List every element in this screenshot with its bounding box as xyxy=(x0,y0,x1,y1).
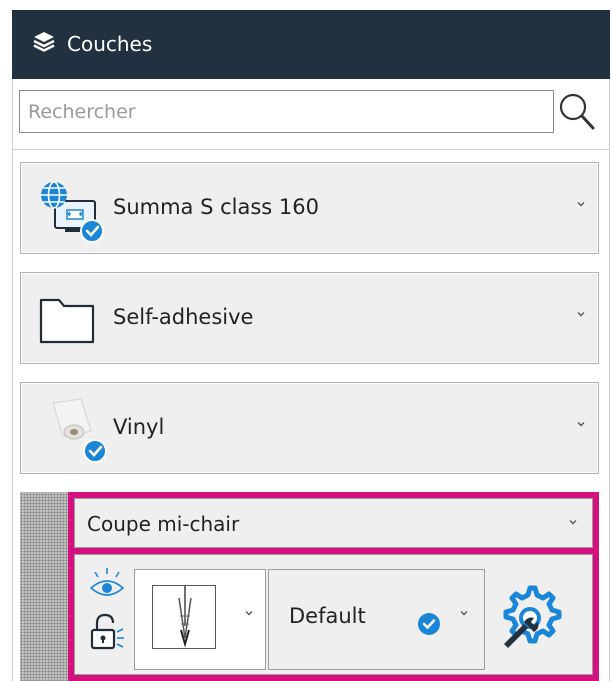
divider xyxy=(12,149,610,150)
device-card[interactable]: Summa S class 160 xyxy=(20,162,599,254)
material-card[interactable]: Vinyl xyxy=(20,382,599,474)
layer-drag-handle[interactable] xyxy=(20,492,68,681)
cutter-device-icon xyxy=(41,181,104,243)
media-card[interactable]: Self-adhesive xyxy=(20,272,599,364)
material-label: Vinyl xyxy=(113,415,165,439)
cut-mode-label: Coupe mi-chair xyxy=(87,512,240,536)
preset-select[interactable]: Default xyxy=(268,569,485,670)
tool-preview xyxy=(152,585,216,649)
preset-label: Default xyxy=(289,604,366,628)
panel-header: Couches xyxy=(12,10,610,79)
unlock-icon[interactable] xyxy=(88,612,126,654)
panel-title: Couches xyxy=(67,32,153,56)
chevron-down-icon[interactable] xyxy=(459,608,469,618)
blade-tool-icon xyxy=(178,586,192,648)
vinyl-roll-icon xyxy=(52,398,107,463)
media-label: Self-adhesive xyxy=(113,305,254,329)
check-icon xyxy=(418,613,440,635)
cut-mode-select[interactable]: Coupe mi-chair xyxy=(74,498,593,548)
chevron-down-icon[interactable] xyxy=(568,517,578,527)
chevron-down-icon[interactable] xyxy=(244,608,254,618)
chevron-down-icon[interactable] xyxy=(576,199,586,209)
chevron-down-icon[interactable] xyxy=(576,309,586,319)
folder-icon xyxy=(39,298,95,344)
search-input[interactable] xyxy=(19,90,554,133)
wrench-gear-icon[interactable] xyxy=(494,582,566,654)
layers-icon xyxy=(33,32,55,52)
eye-icon[interactable] xyxy=(88,566,126,606)
chevron-down-icon[interactable] xyxy=(576,419,586,429)
device-label: Summa S class 160 xyxy=(113,195,319,219)
search-icon[interactable] xyxy=(556,90,598,134)
